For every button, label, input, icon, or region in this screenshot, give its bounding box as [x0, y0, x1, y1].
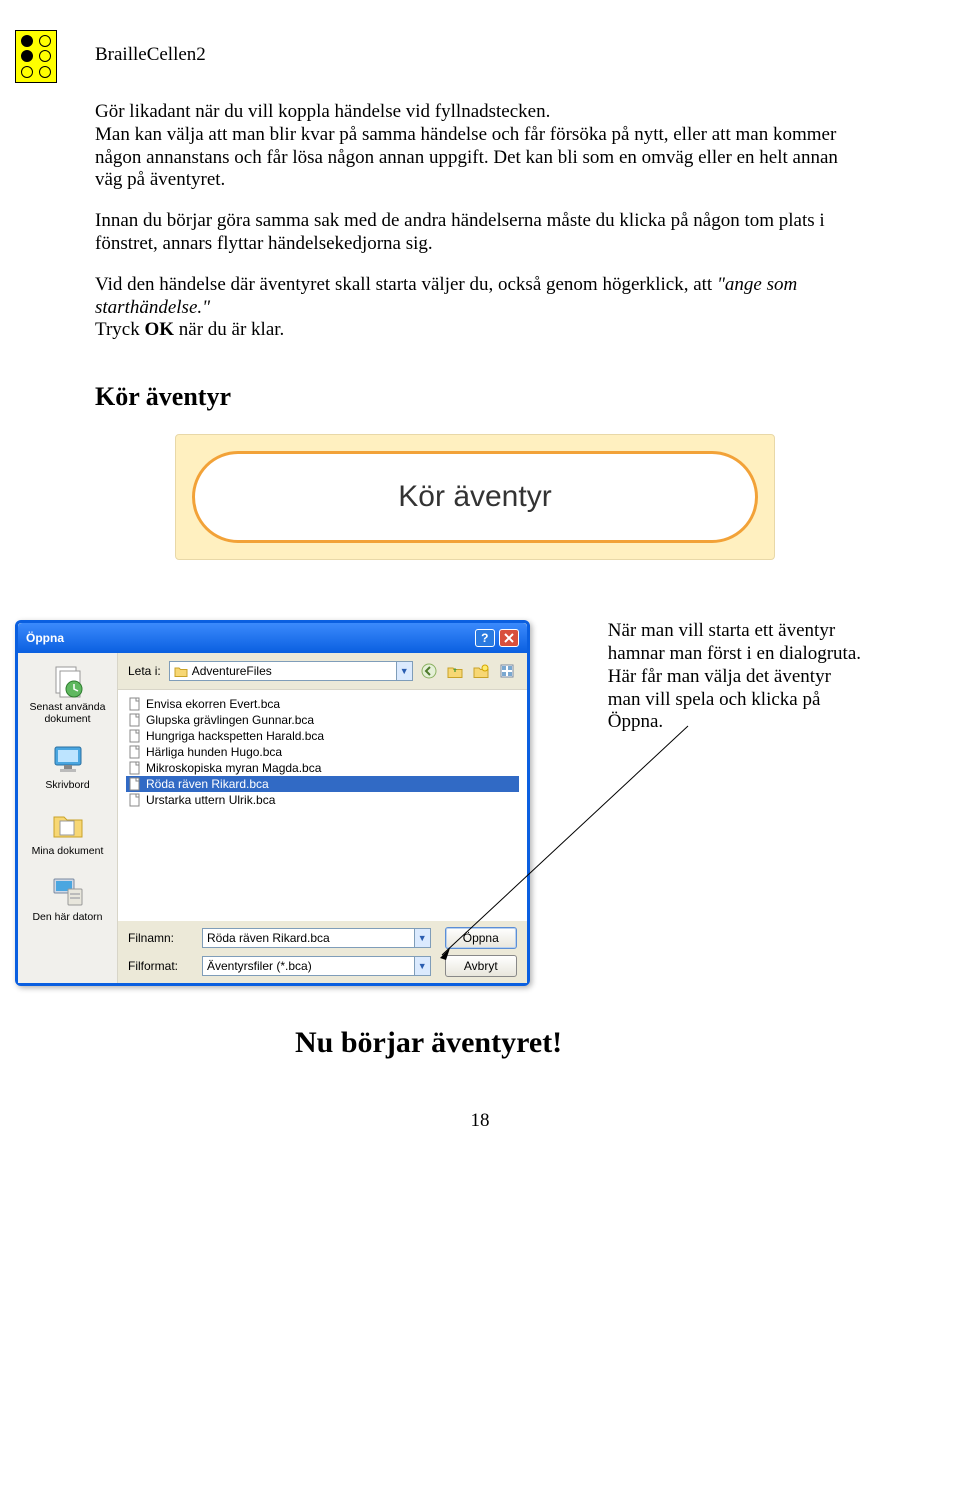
views-button[interactable]: [497, 661, 517, 681]
up-folder-button[interactable]: [445, 661, 465, 681]
dialog-toolbar: Leta i: AdventureFiles ▼: [118, 653, 527, 690]
places-recent[interactable]: Senast använda dokument: [23, 663, 113, 725]
run-adventure-screenshot: Kör äventyr: [175, 434, 775, 560]
folder-icon: [174, 664, 188, 678]
page-number: 18: [95, 1110, 865, 1132]
open-button[interactable]: Öppna: [445, 927, 517, 949]
body-paragraph: Gör likadant när du vill koppla händelse…: [95, 101, 865, 192]
file-row[interactable]: Envisa ekorren Evert.bca: [126, 696, 519, 712]
places-desktop[interactable]: Skrivbord: [23, 741, 113, 791]
places-mydocs[interactable]: Mina dokument: [23, 807, 113, 857]
folder-documents-icon: [50, 807, 86, 843]
section-heading: Kör äventyr: [95, 382, 865, 412]
chevron-down-icon: ▼: [414, 929, 430, 947]
new-folder-icon: [473, 663, 489, 679]
final-heading: Nu börjar äventyret!: [295, 1026, 865, 1060]
new-folder-button[interactable]: [471, 661, 491, 681]
close-icon: [504, 633, 514, 643]
views-icon: [499, 663, 515, 679]
chevron-down-icon: ▼: [396, 662, 412, 680]
braille-logo-icon: [15, 30, 57, 83]
open-file-dialog: Öppna ?: [15, 620, 530, 986]
recent-docs-icon: [50, 663, 86, 699]
places-bar: Senast använda dokument Skrivbord: [18, 653, 118, 983]
file-icon: [128, 761, 142, 775]
close-button[interactable]: [499, 629, 519, 647]
look-in-combo[interactable]: AdventureFiles ▼: [169, 661, 413, 681]
filename-input[interactable]: Röda räven Rikard.bca ▼: [202, 928, 431, 948]
file-row[interactable]: Urstarka uttern Ulrik.bca: [126, 792, 519, 808]
help-button[interactable]: ?: [475, 629, 495, 647]
file-icon: [128, 745, 142, 759]
body-paragraph: Innan du börjar göra samma sak med de an…: [95, 210, 865, 256]
places-mycomputer[interactable]: Den här datorn: [23, 873, 113, 923]
file-icon: [128, 793, 142, 807]
desktop-icon: [50, 741, 86, 777]
file-row[interactable]: Mikroskopiska myran Magda.bca: [126, 760, 519, 776]
dialog-titlebar: Öppna ?: [18, 623, 527, 653]
back-button[interactable]: [419, 661, 439, 681]
explanatory-text: När man vill starta ett äventyr hamnar m…: [608, 620, 865, 734]
document-title: BrailleCellen2: [65, 30, 206, 66]
file-row[interactable]: Röda räven Rikard.bca: [126, 776, 519, 792]
file-icon: [128, 713, 142, 727]
body-paragraph: Vid den händelse där äventyret skall sta…: [95, 274, 865, 342]
filename-label: Filnamn:: [128, 931, 196, 945]
filetype-combo[interactable]: Äventyrsfiler (*.bca) ▼: [202, 956, 431, 976]
computer-icon: [50, 873, 86, 909]
file-icon: [128, 697, 142, 711]
back-arrow-icon: [421, 663, 437, 679]
page-header: BrailleCellen2: [15, 30, 865, 83]
file-icon: [128, 777, 142, 791]
file-row[interactable]: Härliga hunden Hugo.bca: [126, 744, 519, 760]
look-in-label: Leta i:: [128, 664, 161, 678]
file-icon: [128, 729, 142, 743]
cancel-button[interactable]: Avbryt: [445, 955, 517, 977]
dialog-title: Öppna: [26, 631, 64, 645]
chevron-down-icon: ▼: [414, 957, 430, 975]
file-row[interactable]: Glupska grävlingen Gunnar.bca: [126, 712, 519, 728]
filetype-label: Filformat:: [128, 959, 196, 973]
file-row[interactable]: Hungriga hackspetten Harald.bca: [126, 728, 519, 744]
run-adventure-button[interactable]: Kör äventyr: [192, 451, 758, 543]
file-list[interactable]: Envisa ekorren Evert.bcaGlupska grävling…: [118, 690, 527, 921]
folder-up-icon: [447, 663, 463, 679]
